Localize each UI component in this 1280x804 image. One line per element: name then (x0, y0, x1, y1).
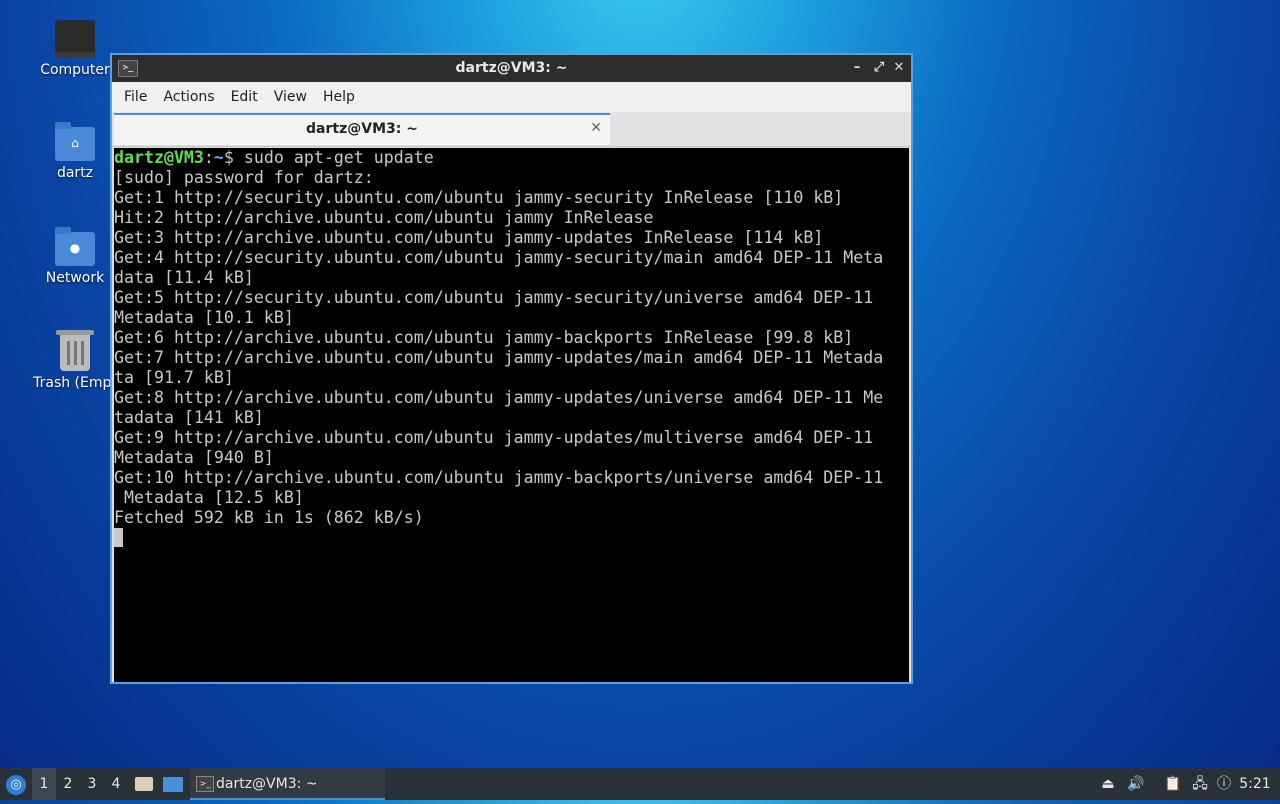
lubuntu-logo-icon: ◎ (6, 775, 26, 795)
terminal-line: data [11.4 kB] (114, 268, 254, 287)
terminal-line: Get:6 http://archive.ubuntu.com/ubuntu j… (114, 328, 854, 347)
window-titlebar[interactable]: >_ dartz@VM3: ~ – ⤢ ✕ (112, 55, 911, 82)
terminal-line: Metadata [940 B] (114, 448, 274, 467)
menu-view[interactable]: View (266, 89, 315, 105)
computer-icon (55, 20, 95, 58)
prompt-separator: : (203, 148, 214, 167)
terminal-line: Get:4 http://security.ubuntu.com/ubuntu … (114, 248, 884, 267)
terminal-line: Hit:2 http://archive.ubuntu.com/ubuntu j… (114, 208, 654, 227)
show-desktop-button[interactable] (162, 768, 184, 800)
taskbar: ◎ 1 2 3 4 >_ dartz@VM3: ~ ⏏ 🔊 📋 🖧 ⓘ 5:21 (0, 768, 1280, 800)
text-cursor (114, 528, 123, 547)
terminal-line: Get:1 http://security.ubuntu.com/ubuntu … (114, 188, 844, 207)
menu-edit[interactable]: Edit (223, 89, 266, 105)
taskbar-task-terminal[interactable]: >_ dartz@VM3: ~ (190, 768, 385, 800)
file-manager-launcher[interactable] (134, 768, 154, 800)
tab-label: dartz@VM3: ~ (306, 121, 418, 137)
tab-bar: dartz@VM3: ~ ✕ (112, 112, 911, 147)
menu-help[interactable]: Help (315, 89, 363, 105)
terminal-line: Get:10 http://archive.ubuntu.com/ubuntu … (114, 468, 884, 487)
workspace-2[interactable]: 2 (56, 768, 80, 800)
terminal-line: Get:9 http://archive.ubuntu.com/ubuntu j… (114, 428, 874, 447)
menu-bar: File Actions Edit View Help (112, 82, 911, 112)
trash-icon (56, 330, 94, 371)
terminal-line: [sudo] password for dartz: (114, 168, 374, 187)
menu-file[interactable]: File (116, 89, 155, 105)
prompt-command: $ sudo apt-get update (223, 148, 434, 167)
show-desktop-icon (163, 777, 183, 792)
workspace-3[interactable]: 3 (80, 768, 104, 800)
network-folder-icon: ● (55, 227, 95, 266)
terminal-line: Get:3 http://archive.ubuntu.com/ubuntu j… (114, 228, 824, 247)
terminal-prompt-line: dartz@VM3:~$ sudo apt-get update (114, 148, 909, 168)
terminal-line: tadata [141 kB] (114, 408, 264, 427)
prompt-path: ~ (213, 148, 224, 167)
clock[interactable]: 5:21 (1238, 768, 1272, 800)
terminal-window[interactable]: >_ dartz@VM3: ~ – ⤢ ✕ File Actions Edit … (110, 53, 913, 684)
terminal-cursor-line (114, 528, 909, 548)
drive-eject-icon[interactable]: ⏏ (1098, 768, 1118, 800)
home-folder-icon: ⌂ (55, 122, 95, 161)
tab-close-icon[interactable]: ✕ (590, 120, 602, 136)
tab-terminal[interactable]: dartz@VM3: ~ ✕ (114, 113, 610, 145)
terminal-line: Get:5 http://security.ubuntu.com/ubuntu … (114, 288, 874, 307)
workspace-4[interactable]: 4 (104, 768, 128, 800)
clipboard-icon[interactable]: 📋 (1163, 768, 1183, 800)
terminal-line: Metadata [10.1 kB] (114, 308, 294, 327)
menu-actions[interactable]: Actions (155, 89, 222, 105)
terminal-output[interactable]: dartz@VM3:~$ sudo apt-get update [sudo] … (114, 148, 909, 682)
terminal-line: Metadata [12.5 kB] (114, 488, 304, 507)
minimize-button[interactable]: – (847, 58, 867, 78)
terminal-line: Get:8 http://archive.ubuntu.com/ubuntu j… (114, 388, 884, 407)
terminal-icon: >_ (196, 776, 214, 792)
close-button[interactable]: ✕ (889, 58, 909, 78)
volume-icon[interactable]: 🔊 (1126, 768, 1146, 800)
maximize-button[interactable]: ⤢ (869, 58, 889, 78)
window-title: dartz@VM3: ~ (455, 60, 568, 76)
notification-icon[interactable]: ⓘ (1214, 768, 1234, 800)
terminal-line: ta [91.7 kB] (114, 368, 234, 387)
terminal-line: Get:7 http://archive.ubuntu.com/ubuntu j… (114, 348, 884, 367)
workspace-1[interactable]: 1 (32, 768, 56, 800)
prompt-user: dartz@VM3 (114, 148, 204, 167)
task-label: dartz@VM3: ~ (216, 776, 318, 792)
network-icon[interactable]: 🖧 (1190, 768, 1210, 800)
file-manager-icon (135, 777, 153, 791)
terminal-line: Fetched 592 kB in 1s (862 kB/s) (114, 508, 424, 527)
start-menu-button[interactable]: ◎ (4, 768, 28, 800)
